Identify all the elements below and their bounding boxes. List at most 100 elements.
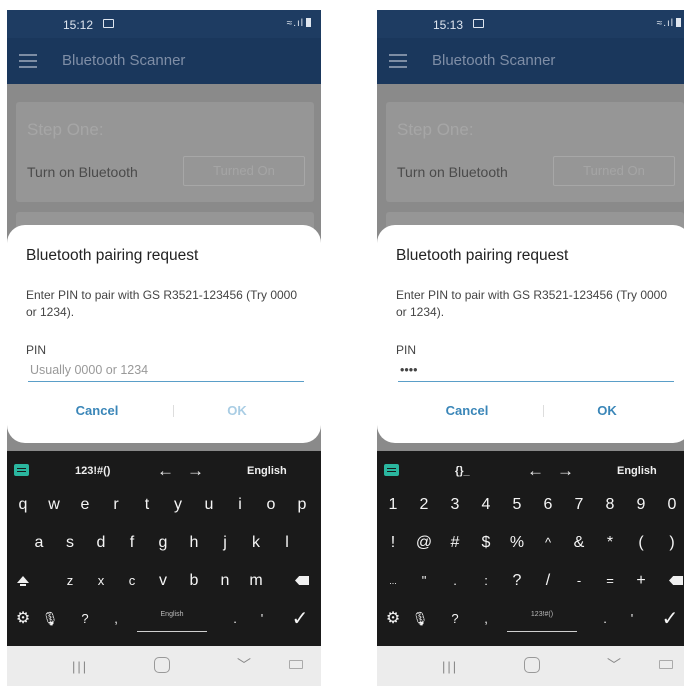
- key[interactable]: z: [55, 565, 85, 597]
- key[interactable]: w: [39, 489, 69, 521]
- key[interactable]: b: [179, 565, 209, 597]
- back-button[interactable]: ﹀: [607, 655, 621, 675]
- home-button[interactable]: [524, 657, 540, 673]
- key[interactable]: %: [502, 527, 532, 559]
- backspace-key[interactable]: [661, 565, 684, 597]
- key[interactable]: ,: [471, 603, 501, 635]
- key[interactable]: ,: [101, 603, 131, 635]
- symbols-mode-key[interactable]: 123!#(): [75, 465, 110, 477]
- key[interactable]: n: [210, 565, 240, 597]
- recents-button[interactable]: |||: [72, 659, 88, 674]
- hamburger-menu-icon[interactable]: [389, 54, 407, 68]
- settings-gear-icon[interactable]: ⚙: [8, 603, 38, 635]
- key[interactable]: h: [179, 527, 209, 559]
- key[interactable]: ': [247, 603, 277, 635]
- key[interactable]: s: [55, 527, 85, 559]
- key[interactable]: ...: [378, 565, 408, 597]
- hamburger-menu-icon[interactable]: [19, 54, 37, 68]
- key[interactable]: ?: [440, 603, 470, 635]
- key[interactable]: q: [8, 489, 38, 521]
- cancel-button[interactable]: Cancel: [417, 403, 517, 418]
- key[interactable]: ': [617, 603, 647, 635]
- key[interactable]: $: [471, 527, 501, 559]
- key[interactable]: 5: [502, 489, 532, 521]
- key[interactable]: c: [117, 565, 147, 597]
- key[interactable]: +: [626, 565, 656, 597]
- key[interactable]: @: [409, 527, 439, 559]
- space-bar[interactable]: English: [137, 606, 207, 632]
- key[interactable]: ?: [70, 603, 100, 635]
- key[interactable]: 9: [626, 489, 656, 521]
- key[interactable]: :: [471, 565, 501, 597]
- pin-input[interactable]: [28, 358, 304, 382]
- cancel-button[interactable]: Cancel: [47, 403, 147, 418]
- cursor-left-key[interactable]: ←: [157, 461, 174, 481]
- keyboard-toolbar-icon[interactable]: [384, 464, 399, 476]
- recents-button[interactable]: |||: [442, 659, 458, 674]
- key[interactable]: k: [241, 527, 271, 559]
- space-bar[interactable]: 123!#(): [507, 606, 577, 632]
- key[interactable]: 6: [533, 489, 563, 521]
- key[interactable]: m: [241, 565, 271, 597]
- home-button[interactable]: [154, 657, 170, 673]
- key[interactable]: (: [626, 527, 656, 559]
- settings-gear-icon[interactable]: ⚙: [378, 603, 408, 635]
- keyboard-toolbar-icon[interactable]: [14, 464, 29, 476]
- key[interactable]: o: [256, 489, 286, 521]
- key[interactable]: .: [220, 603, 250, 635]
- key[interactable]: 2: [409, 489, 439, 521]
- key[interactable]: l: [272, 527, 302, 559]
- key[interactable]: 8: [595, 489, 625, 521]
- language-key[interactable]: English: [617, 465, 657, 477]
- key[interactable]: v: [148, 565, 178, 597]
- key[interactable]: #: [440, 527, 470, 559]
- key[interactable]: f: [117, 527, 147, 559]
- ok-button[interactable]: OK: [197, 403, 277, 418]
- keyboard-switch-icon[interactable]: [659, 660, 673, 669]
- cursor-right-key[interactable]: →: [557, 461, 574, 481]
- key[interactable]: a: [24, 527, 54, 559]
- key[interactable]: ): [657, 527, 684, 559]
- backspace-key[interactable]: [287, 565, 317, 597]
- microphone-icon[interactable]: 🎙: [35, 603, 65, 635]
- pin-input[interactable]: [398, 358, 674, 382]
- ok-button[interactable]: OK: [567, 403, 647, 418]
- key[interactable]: .: [440, 565, 470, 597]
- back-button[interactable]: ﹀: [237, 655, 251, 675]
- microphone-icon[interactable]: 🎙: [405, 603, 435, 635]
- key[interactable]: ": [409, 565, 439, 597]
- key[interactable]: 1: [378, 489, 408, 521]
- key[interactable]: /: [533, 565, 563, 597]
- key[interactable]: g: [148, 527, 178, 559]
- key[interactable]: *: [595, 527, 625, 559]
- key[interactable]: 4: [471, 489, 501, 521]
- language-key[interactable]: English: [247, 465, 287, 477]
- key[interactable]: .: [590, 603, 620, 635]
- cursor-left-key[interactable]: ←: [527, 461, 544, 481]
- key[interactable]: 0: [657, 489, 684, 521]
- keyboard-switch-icon[interactable]: [289, 660, 303, 669]
- key[interactable]: j: [210, 527, 240, 559]
- key[interactable]: d: [86, 527, 116, 559]
- key[interactable]: y: [163, 489, 193, 521]
- enter-check-icon[interactable]: ✓: [655, 603, 684, 635]
- key[interactable]: !: [378, 527, 408, 559]
- key[interactable]: i: [225, 489, 255, 521]
- symbols-mode-key[interactable]: {}_: [455, 465, 470, 477]
- key[interactable]: =: [595, 565, 625, 597]
- key[interactable]: -: [564, 565, 594, 597]
- cursor-right-key[interactable]: →: [187, 461, 204, 481]
- key[interactable]: r: [101, 489, 131, 521]
- key[interactable]: e: [70, 489, 100, 521]
- key[interactable]: 3: [440, 489, 470, 521]
- key[interactable]: p: [287, 489, 317, 521]
- key[interactable]: ^: [533, 527, 563, 559]
- enter-check-icon[interactable]: ✓: [285, 603, 315, 635]
- key[interactable]: ?: [502, 565, 532, 597]
- key[interactable]: t: [132, 489, 162, 521]
- key[interactable]: x: [86, 565, 116, 597]
- key[interactable]: 7: [564, 489, 594, 521]
- shift-key[interactable]: [8, 565, 38, 597]
- key[interactable]: u: [194, 489, 224, 521]
- key[interactable]: &: [564, 527, 594, 559]
